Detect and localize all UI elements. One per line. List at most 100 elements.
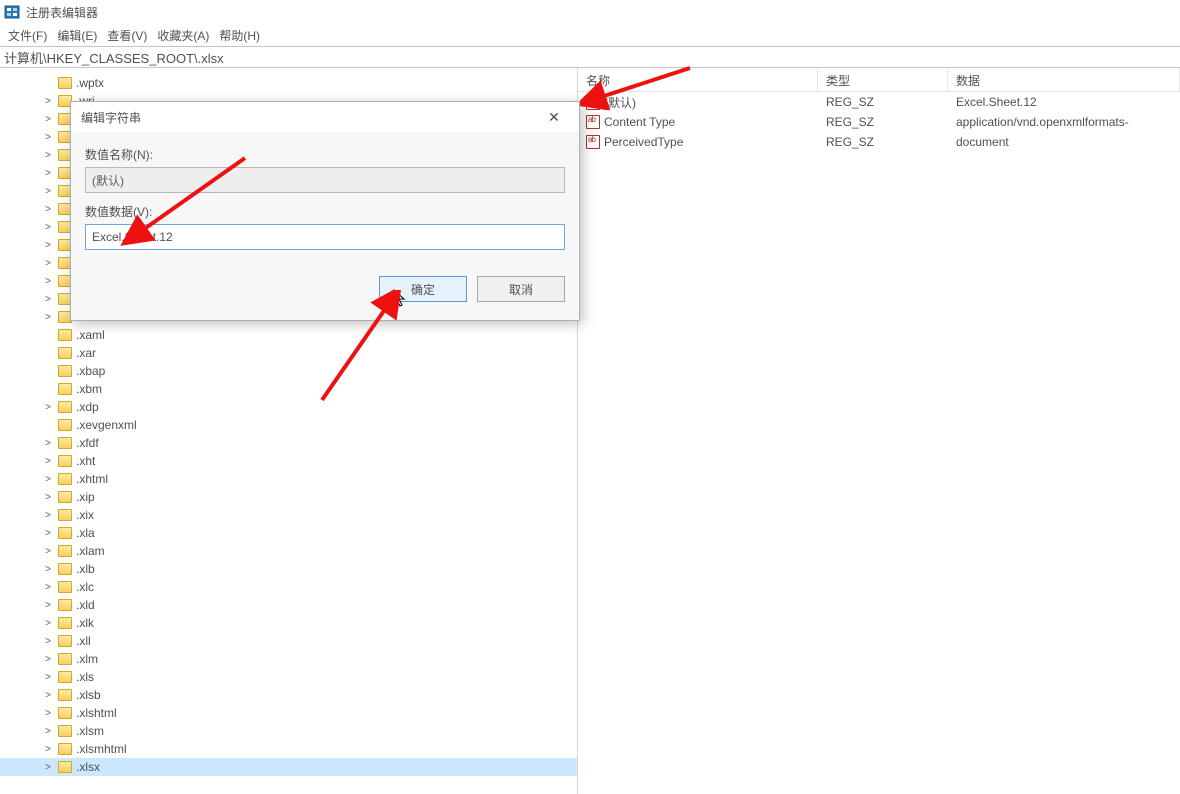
tree-item[interactable]: > .xlm — [0, 650, 577, 668]
tree-item[interactable]: >.xlb — [0, 560, 577, 578]
tree-expand-icon[interactable]: > — [42, 708, 54, 719]
tree-expand-icon[interactable]: > — [42, 276, 54, 287]
tree-item-label: .xla — [76, 526, 95, 540]
tree-expand-icon[interactable]: > — [42, 402, 54, 413]
tree-item[interactable]: > .xla — [0, 524, 577, 542]
value-data-cell: Excel.Sheet.12 — [948, 95, 1180, 109]
tree-item[interactable]: .xar — [0, 344, 577, 362]
tree-expand-icon[interactable]: > — [42, 96, 54, 107]
tree-expand-icon[interactable]: > — [42, 294, 54, 305]
menu-edit[interactable]: 编辑(E) — [53, 27, 101, 44]
folder-icon — [58, 473, 72, 485]
tree-expand-icon[interactable]: > — [42, 438, 54, 449]
tree-item-label: .xhtml — [76, 472, 108, 486]
tree-item[interactable]: > .xlk — [0, 614, 577, 632]
tree-expand-icon[interactable]: > — [42, 204, 54, 215]
tree-expand-icon[interactable]: > — [42, 474, 54, 485]
tree-item-label: .xlm — [76, 652, 98, 666]
tree-item[interactable]: .xbap — [0, 362, 577, 380]
menu-help[interactable]: 帮助(H) — [215, 27, 264, 44]
tree-item[interactable]: >.xll — [0, 632, 577, 650]
value-data-cell: application/vnd.openxmlformats- — [948, 115, 1180, 129]
value-row[interactable]: Content TypeREG_SZapplication/vnd.openxm… — [578, 112, 1180, 132]
folder-icon — [58, 77, 72, 89]
regedit-app-icon — [4, 4, 20, 20]
folder-icon — [58, 509, 72, 521]
tree-expand-icon[interactable]: > — [42, 510, 54, 521]
tree-item[interactable]: > .xhtml — [0, 470, 577, 488]
tree-expand-icon[interactable]: > — [42, 582, 54, 593]
value-row[interactable]: (默认)REG_SZExcel.Sheet.12 — [578, 92, 1180, 112]
value-row[interactable]: PerceivedTypeREG_SZdocument — [578, 132, 1180, 152]
col-header-name[interactable]: 名称 — [578, 68, 818, 91]
folder-icon — [58, 599, 72, 611]
tree-expand-icon[interactable]: > — [42, 168, 54, 179]
value-data-field[interactable]: Excel.Sheet.12 — [85, 224, 565, 250]
tree-item[interactable]: >.xlsm — [0, 722, 577, 740]
tree-expand-icon[interactable]: > — [42, 456, 54, 467]
folder-icon — [58, 365, 72, 377]
tree-item[interactable]: > .xlc — [0, 578, 577, 596]
value-name-cell: (默认) — [578, 94, 818, 111]
tree-expand-icon[interactable]: > — [42, 312, 54, 323]
tree-expand-icon[interactable]: > — [42, 114, 54, 125]
tree-item[interactable]: >.xld — [0, 596, 577, 614]
tree-item[interactable]: .xaml — [0, 326, 577, 344]
tree-item-label: .xlc — [76, 580, 94, 594]
tree-expand-icon[interactable]: > — [42, 744, 54, 755]
tree-item[interactable]: .xevgenxml — [0, 416, 577, 434]
tree-item[interactable]: >.xls — [0, 668, 577, 686]
value-data-cell: document — [948, 135, 1180, 149]
tree-item-label: .wptx — [76, 76, 104, 90]
tree-item[interactable]: > .xfdf — [0, 434, 577, 452]
folder-icon — [58, 581, 72, 593]
tree-expand-icon[interactable]: > — [42, 240, 54, 251]
tree-expand-icon[interactable]: > — [42, 600, 54, 611]
tree-item[interactable]: >.xlsb — [0, 686, 577, 704]
tree-item[interactable]: >.xip — [0, 488, 577, 506]
tree-expand-icon[interactable]: > — [42, 222, 54, 233]
folder-icon — [58, 545, 72, 557]
tree-item[interactable]: .xbm — [0, 380, 577, 398]
values-panel[interactable]: 名称 类型 数据 (默认)REG_SZExcel.Sheet.12Content… — [578, 68, 1180, 794]
folder-icon — [58, 707, 72, 719]
menu-file[interactable]: 文件(F) — [4, 27, 51, 44]
tree-expand-icon[interactable]: > — [42, 636, 54, 647]
tree-expand-icon[interactable]: > — [42, 726, 54, 737]
ok-button[interactable]: 确定 — [379, 276, 467, 302]
tree-item[interactable]: >.xlsx — [0, 758, 577, 776]
folder-icon — [58, 671, 72, 683]
tree-expand-icon[interactable]: > — [42, 528, 54, 539]
tree-expand-icon[interactable]: > — [42, 564, 54, 575]
tree-item[interactable]: >.xix — [0, 506, 577, 524]
tree-item[interactable]: >.xdp — [0, 398, 577, 416]
folder-icon — [58, 527, 72, 539]
menu-favorites[interactable]: 收藏夹(A) — [153, 27, 213, 44]
tree-item[interactable]: >.xlam — [0, 542, 577, 560]
dialog-close-button[interactable]: ✕ — [539, 109, 569, 126]
tree-item[interactable]: >.xlshtml — [0, 704, 577, 722]
tree-expand-icon[interactable]: > — [42, 762, 54, 773]
tree-expand-icon[interactable]: > — [42, 150, 54, 161]
col-header-data[interactable]: 数据 — [948, 68, 1180, 91]
col-header-type[interactable]: 类型 — [818, 68, 948, 91]
tree-item[interactable]: .wptx — [0, 74, 577, 92]
tree-expand-icon[interactable]: > — [42, 654, 54, 665]
tree-expand-icon[interactable]: > — [42, 258, 54, 269]
tree-expand-icon[interactable]: > — [42, 132, 54, 143]
address-bar[interactable]: 计算机\HKEY_CLASSES_ROOT\.xlsx — [0, 46, 1180, 68]
tree-item-label: .xfdf — [76, 436, 99, 450]
tree-expand-icon[interactable]: > — [42, 690, 54, 701]
tree-item[interactable]: > .xht — [0, 452, 577, 470]
cancel-button[interactable]: 取消 — [477, 276, 565, 302]
menu-view[interactable]: 查看(V) — [103, 27, 151, 44]
tree-expand-icon[interactable]: > — [42, 186, 54, 197]
tree-expand-icon[interactable]: > — [42, 672, 54, 683]
tree-item[interactable]: > .xlsmhtml — [0, 740, 577, 758]
tree-expand-icon[interactable]: > — [42, 618, 54, 629]
tree-item-label: .xht — [76, 454, 95, 468]
tree-expand-icon[interactable]: > — [42, 546, 54, 557]
tree-item-label: .xlk — [76, 616, 94, 630]
tree-item-label: .xlsmhtml — [76, 742, 127, 756]
tree-expand-icon[interactable]: > — [42, 492, 54, 503]
